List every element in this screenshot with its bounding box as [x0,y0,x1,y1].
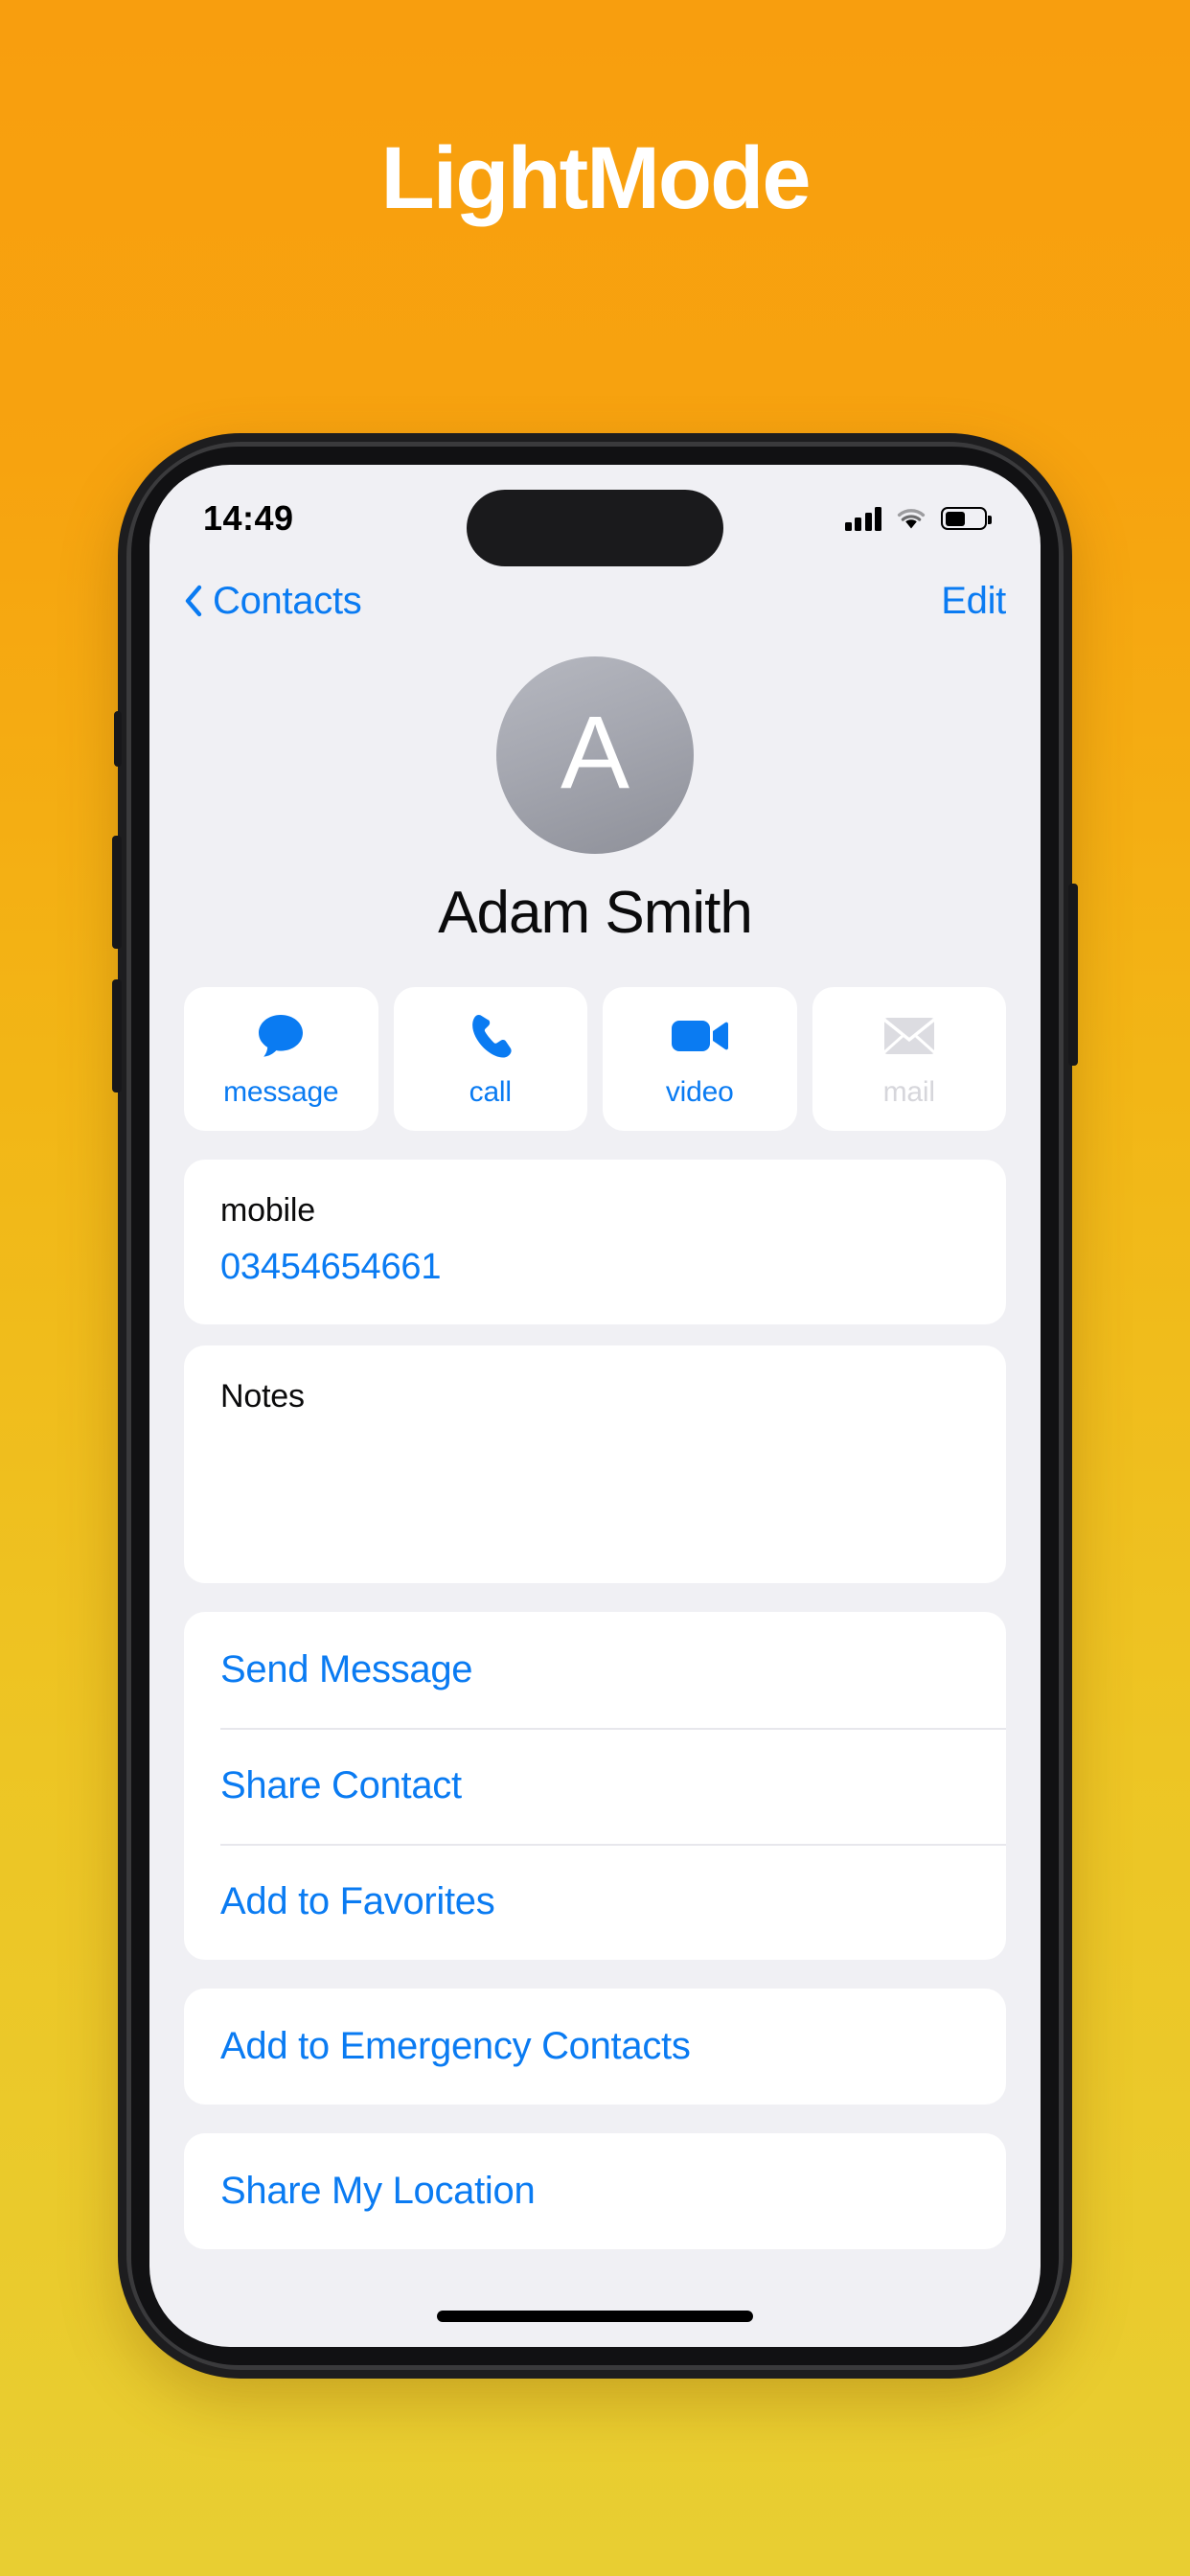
back-button[interactable]: Contacts [184,579,362,623]
contact-options-group-1: Send Message Share Contact Add to Favori… [184,1612,1006,1960]
home-indicator[interactable] [437,2311,753,2322]
page-title: LightMode [380,129,812,227]
message-action-button[interactable]: message [184,987,378,1131]
wifi-icon [897,509,926,529]
video-action-label: video [665,1076,734,1108]
video-action-button[interactable]: video [603,987,797,1131]
call-action-button[interactable]: call [393,987,587,1131]
battery-icon [941,507,992,530]
contact-options-group-3: Share My Location [184,2133,1006,2249]
contact-header: A Adam Smith [149,641,1041,947]
edit-button[interactable]: Edit [941,580,1006,623]
add-to-emergency-contacts-option[interactable]: Add to Emergency Contacts [184,1989,1006,2104]
contact-detail-content: A Adam Smith message call video mail mob… [149,641,1041,2347]
dynamic-island [467,490,723,566]
contact-options-group-2: Add to Emergency Contacts [184,1989,1006,2104]
avatar[interactable]: A [496,656,694,854]
message-action-label: message [223,1076,339,1108]
mail-action-button: mail [812,987,1006,1131]
avatar-initial: A [560,694,630,810]
message-bubble-icon [255,1009,307,1063]
envelope-icon [882,1009,936,1063]
status-indicators [844,494,992,531]
share-my-location-option[interactable]: Share My Location [184,2133,1006,2249]
navigation-bar: Contacts Edit [149,561,1041,641]
share-contact-option[interactable]: Share Contact [184,1728,1006,1844]
phone-mockup: 14:49 Contacts Edit A Adam Smith message… [112,433,1078,2379]
notes-label: Notes [220,1378,305,1414]
video-camera-icon [670,1009,729,1063]
send-message-option[interactable]: Send Message [184,1612,1006,1728]
power-button[interactable] [1068,884,1078,1066]
phone-screen: 14:49 Contacts Edit A Adam Smith message… [149,465,1041,2347]
add-to-favorites-option[interactable]: Add to Favorites [184,1844,1006,1960]
mail-action-label: mail [882,1076,935,1108]
volume-down-button[interactable] [112,979,122,1092]
notes-card[interactable]: Notes [184,1346,1006,1583]
volume-up-button[interactable] [112,836,122,949]
contact-name: Adam Smith [438,880,753,946]
status-time: 14:49 [203,498,294,538]
back-button-label: Contacts [213,579,362,622]
chevron-left-icon [185,585,202,617]
cellular-signal-icon [844,506,881,531]
quick-action-row: message call video mail [149,987,1041,1131]
silent-switch-button[interactable] [114,711,122,767]
call-action-label: call [469,1076,512,1108]
phone-icon [468,1009,514,1063]
phone-label: mobile [220,1192,315,1229]
phone-number-card[interactable]: mobile 03454654661 [184,1160,1006,1324]
phone-value[interactable]: 03454654661 [220,1247,970,1288]
